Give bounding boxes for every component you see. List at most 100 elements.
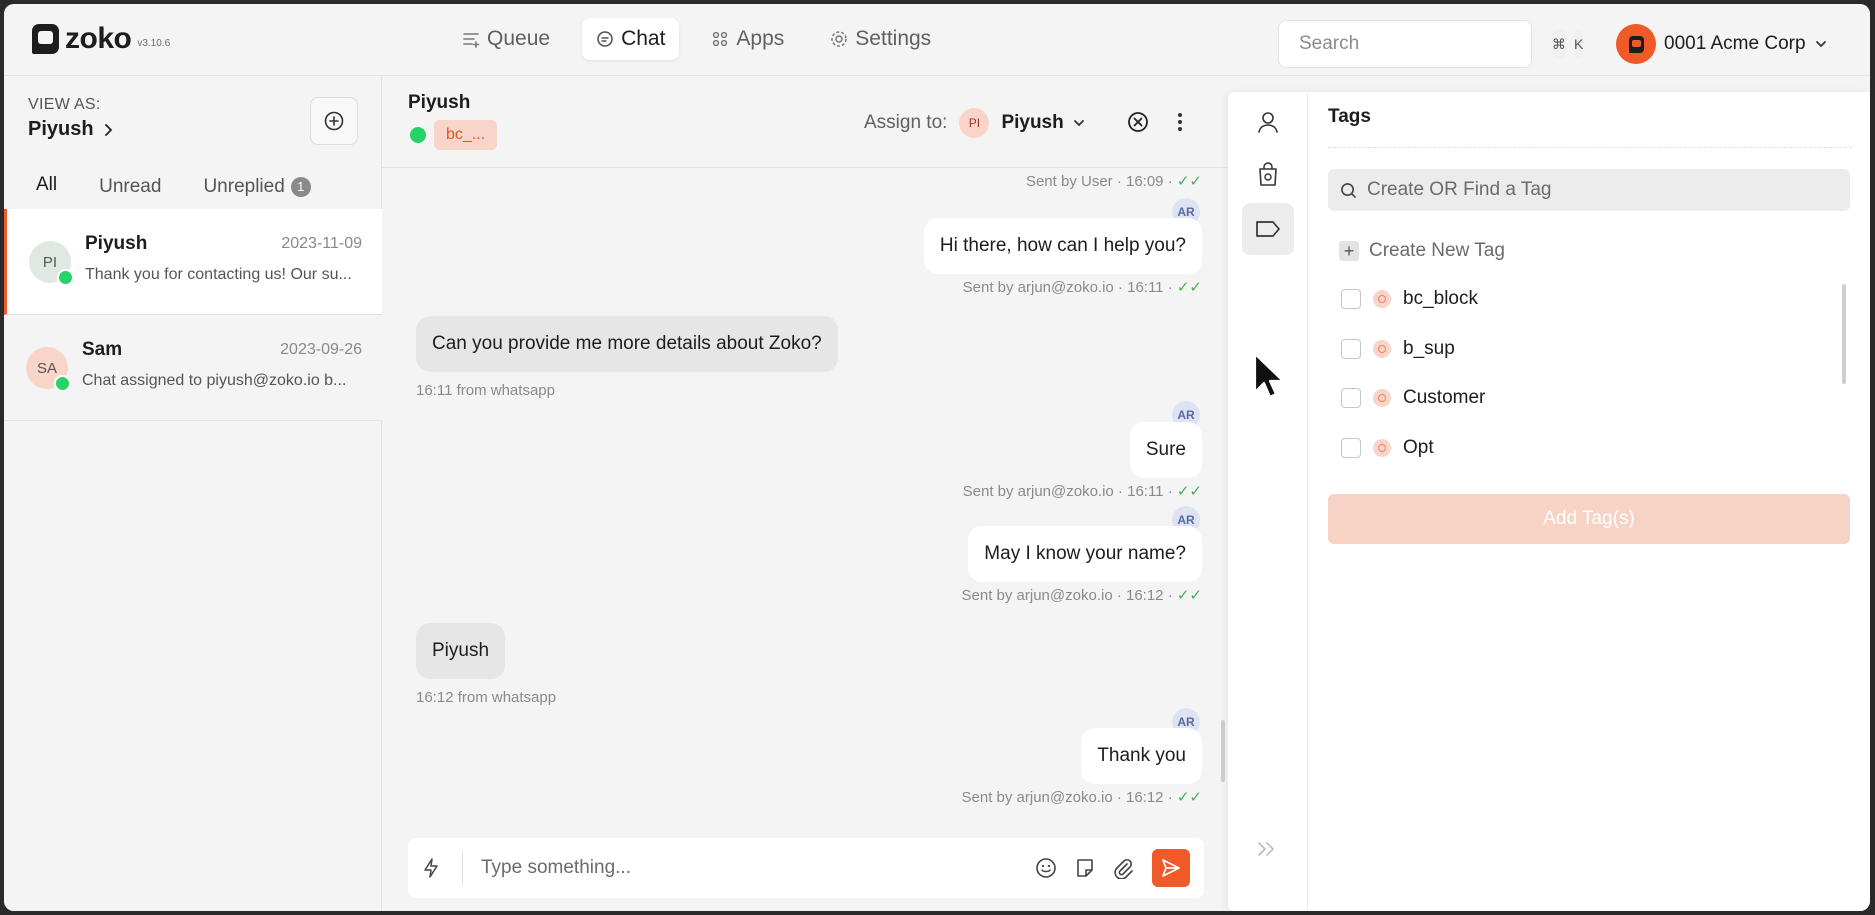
settings-icon [831, 31, 848, 47]
whatsapp-icon [410, 127, 426, 143]
chat-icon [597, 31, 613, 47]
chat-name: Piyush [85, 233, 148, 254]
chevron-down-icon [1073, 120, 1084, 127]
zoko-logo-icon [32, 24, 59, 54]
contact-name: Piyush [408, 92, 471, 113]
create-new-tag-button[interactable]: + Create New Tag [1339, 240, 1505, 262]
whatsapp-icon [54, 375, 71, 392]
tag-label: bc_block [1403, 288, 1478, 309]
orders-tab-button[interactable] [1242, 148, 1294, 200]
avatar: SA [26, 347, 71, 392]
nav-chat[interactable]: Chat [582, 18, 680, 60]
assignee-name: Piyush [1001, 112, 1064, 133]
new-chat-icon [324, 111, 344, 131]
tab-unreplied[interactable]: Unreplied 1 [189, 174, 324, 213]
nav-queue[interactable]: Queue [448, 18, 564, 60]
chat-filter-tabs: All Unread Unreplied 1 [22, 174, 325, 213]
chat-list-item[interactable]: SA Sam 2023-09-26 Chat assigned to piyus… [4, 315, 382, 421]
user-icon [1258, 112, 1278, 133]
close-chat-icon [1128, 112, 1148, 132]
sticker-icon [1077, 859, 1093, 877]
profile-tab-button[interactable] [1242, 96, 1294, 148]
add-tags-button[interactable]: Add Tag(s) [1328, 494, 1850, 544]
global-search[interactable]: ⌘ K [1278, 20, 1584, 68]
create-new-tag-label: Create New Tag [1369, 240, 1505, 261]
chat-name: Sam [82, 339, 123, 360]
app-version: v3.10.6 [137, 37, 171, 49]
message-bubble-incoming: Can you provide me more details about Zo… [416, 316, 838, 372]
search-icon [1341, 182, 1356, 198]
tag-option[interactable]: Customer [1341, 387, 1485, 409]
message-meta: Sent by arjun@zoko.io · 16:12 · ✓✓ [961, 789, 1202, 806]
paperclip-icon [1114, 858, 1133, 879]
message-input[interactable] [462, 851, 1018, 885]
tag-search[interactable] [1328, 169, 1850, 211]
tag-label: Opt [1403, 437, 1434, 458]
chat-date: 2023-09-26 [280, 341, 362, 358]
assign-label: Assign to: [864, 112, 948, 133]
tag-option[interactable]: Opt [1341, 437, 1434, 459]
avatar-initials: PI [42, 253, 58, 271]
chat-preview: Thank you for contacting us! Our su... [85, 266, 352, 283]
close-chat-button[interactable] [1126, 110, 1150, 139]
quick-replies-button[interactable] [422, 857, 440, 879]
nav-chat-label: Chat [621, 27, 666, 50]
message-meta: 16:11 from whatsapp [416, 382, 555, 399]
new-chat-button[interactable] [310, 97, 358, 145]
read-receipt-icon: ✓✓ [1176, 587, 1202, 604]
read-receipt-icon: ✓✓ [1176, 789, 1202, 806]
tab-unread-label: Unread [99, 175, 162, 197]
double-chevron-right-icon [1258, 842, 1275, 856]
account-switcher[interactable]: 0001 Acme Corp [1616, 24, 1828, 64]
assignee-dropdown[interactable]: Piyush [1001, 112, 1085, 134]
tab-all-label: All [36, 174, 58, 195]
more-vertical-icon [1178, 113, 1182, 131]
chat-list: PI Piyush 2023-11-09 Thank you for conta… [4, 209, 382, 421]
tag-color-icon [1373, 290, 1391, 308]
nav-apps[interactable]: Apps [697, 18, 798, 60]
tag-search-input[interactable] [1367, 179, 1838, 201]
message-bubble-outgoing: Thank you [1081, 728, 1202, 784]
tag-option[interactable]: bc_block [1341, 288, 1478, 310]
sticker-button[interactable] [1074, 857, 1096, 879]
tag-option[interactable]: b_sup [1341, 338, 1455, 360]
tag-list-scrollbar[interactable] [1842, 284, 1846, 384]
view-as-selector[interactable]: Piyush [28, 118, 114, 141]
send-icon [1162, 859, 1180, 877]
emoji-button[interactable] [1034, 856, 1058, 880]
queue-icon [463, 33, 480, 48]
avatar-initials: SA [36, 359, 57, 377]
message-bubble-outgoing: Sure [1129, 422, 1202, 478]
tags-tab-button[interactable] [1242, 203, 1294, 255]
tag-checkbox[interactable] [1341, 438, 1361, 458]
tab-unread[interactable]: Unread [85, 174, 175, 213]
chat-preview: Chat assigned to piyush@zoko.io b... [82, 372, 347, 389]
tag-color-icon [1373, 389, 1391, 407]
collapse-drawer-button[interactable] [1256, 840, 1278, 863]
view-as-label: VIEW AS: [28, 96, 101, 113]
read-receipt-icon: ✓✓ [1176, 173, 1202, 190]
zoko-logo[interactable]: zoko v3.10.6 [32, 22, 170, 56]
chat-list-item[interactable]: PI Piyush 2023-11-09 Thank you for conta… [4, 209, 382, 315]
message-bubble-outgoing: May I know your name? [968, 526, 1202, 582]
app-window: zoko v3.10.6 Queue Chat Apps Settings Se… [4, 4, 1870, 911]
message-bubble-outgoing: Hi there, how can I help you? [923, 218, 1202, 274]
contact-tag-chip[interactable]: bc_... [434, 120, 498, 150]
message-composer [408, 838, 1204, 898]
tab-all[interactable]: All [22, 174, 72, 213]
tag-checkbox[interactable] [1341, 388, 1361, 408]
tag-checkbox[interactable] [1341, 339, 1361, 359]
chevron-down-icon [1815, 41, 1826, 48]
contact-meta: bc_... [410, 120, 498, 150]
nav-settings[interactable]: Settings [816, 18, 945, 60]
attach-button[interactable] [1112, 857, 1134, 879]
tag-checkbox[interactable] [1341, 289, 1361, 309]
assign-control: Assign to: PI Piyush [864, 108, 1086, 138]
more-options-button[interactable] [1176, 110, 1184, 139]
zoko-mark-icon [1628, 35, 1644, 53]
search-input[interactable] [1299, 33, 1544, 55]
tab-unreplied-label: Unreplied [203, 175, 285, 197]
chat-scrollbar[interactable] [1221, 720, 1225, 782]
send-button[interactable] [1152, 849, 1190, 887]
account-avatar [1616, 24, 1656, 64]
